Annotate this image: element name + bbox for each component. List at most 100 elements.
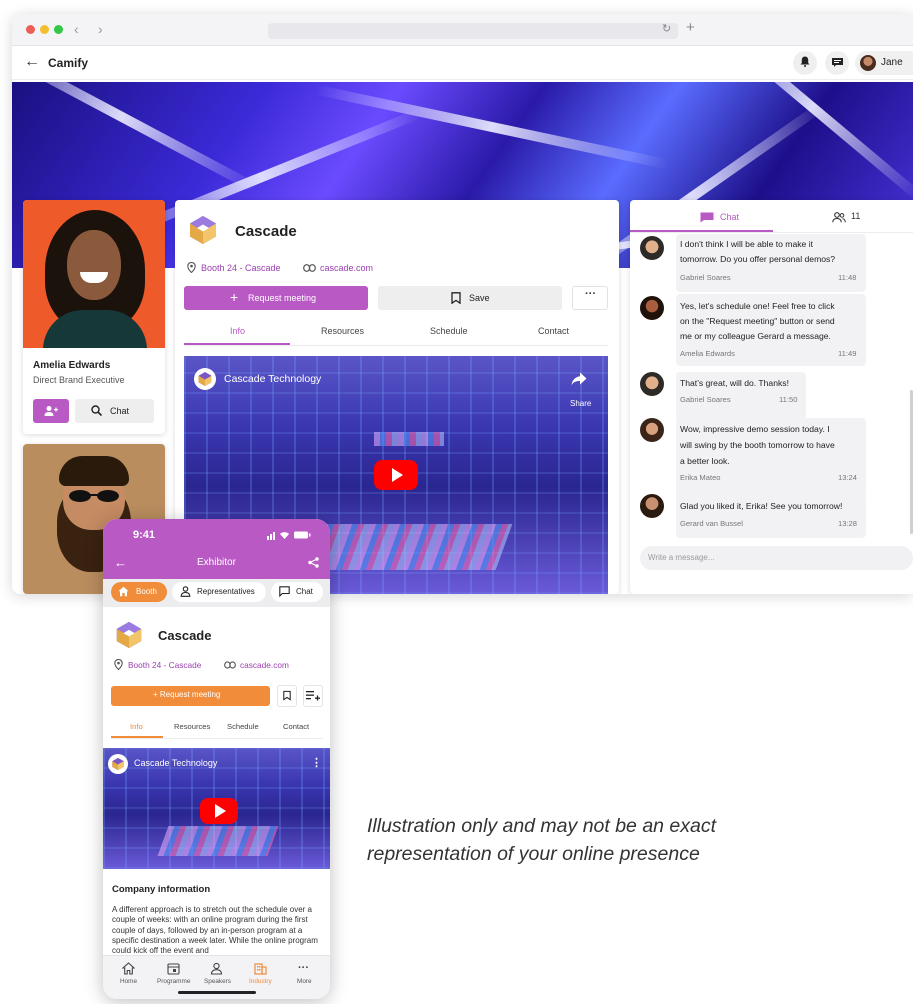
message-avatar [640, 494, 664, 518]
tab-info[interactable]: Info [230, 326, 245, 336]
chip-chat-label: Chat [296, 587, 313, 596]
message-line: I don't think I will be able to make it [680, 239, 814, 249]
disclaimer-caption: Illustration only and may not be an exac… [367, 812, 827, 868]
message-time: 13:28 [838, 519, 858, 528]
phone-booth-location[interactable]: Booth 24 - Cascade [128, 660, 201, 670]
request-meeting-label: Request meeting [248, 293, 317, 303]
message-author: Gerard van Bussel [680, 519, 743, 528]
message-author: Gabriel Soares [680, 273, 731, 282]
representative-role: Direct Brand Executive [33, 375, 125, 385]
more-options-icon: ··· [585, 288, 596, 300]
close-window-dot[interactable] [26, 25, 35, 34]
phone-tab-info[interactable]: Info [130, 722, 143, 731]
message-time: 11:48 [838, 273, 857, 282]
tab-schedule[interactable]: Schedule [430, 326, 468, 336]
play-icon [392, 468, 403, 482]
back-arrow-icon[interactable]: ← [24, 53, 40, 71]
nav-home-icon[interactable] [122, 962, 135, 975]
message-avatar [640, 236, 664, 260]
phone-channel-logo-icon [112, 757, 124, 771]
save-label: Save [469, 293, 490, 303]
message-line: me or my colleague Gerard a message. [680, 331, 831, 341]
message-avatar [640, 418, 664, 442]
nav-industry-label: Industry [249, 978, 272, 985]
phone-video-player[interactable]: Cascade Technology ⋮ [103, 748, 330, 869]
booth-location[interactable]: Booth 24 - Cascade [201, 263, 281, 273]
nav-programme-icon[interactable] [167, 962, 180, 975]
message-line: tomorrow. Do you offer personal demos? [680, 254, 836, 264]
phone-tab-contact[interactable]: Contact [283, 722, 309, 731]
people-icon [832, 212, 846, 223]
chat-button-label: Chat [110, 406, 130, 416]
phone-cascade-logo [116, 621, 142, 649]
tab-participants[interactable]: 11 [851, 211, 860, 221]
page: ‹ › ↻ + ← Camify Jane Amelia Edwards Dir… [0, 0, 913, 1004]
phone-play-icon [215, 804, 226, 818]
phone-location-pin-icon [114, 659, 123, 670]
message-line: Glad you liked it, Erika! See you tomorr… [680, 501, 843, 511]
nav-speakers-icon[interactable] [210, 962, 223, 975]
phone-header [103, 519, 330, 579]
representative-name: Amelia Edwards [33, 360, 111, 371]
phone-status-time: 9:41 [133, 529, 156, 541]
phone-website-link[interactable]: cascade.com [240, 660, 289, 670]
company-website-link[interactable]: cascade.com [320, 263, 373, 273]
browser-titlebar: ‹ › ↻ + [12, 14, 913, 46]
phone-company-name: Cascade [158, 628, 212, 643]
nav-industry-icon[interactable] [254, 962, 267, 975]
phone-video-menu-icon[interactable]: ⋮ [311, 756, 322, 769]
plus-icon: + [230, 289, 239, 305]
message-time: 11:49 [838, 349, 857, 358]
bookmark-icon [451, 292, 461, 304]
app-bar: ← Camify Jane [12, 46, 913, 80]
video-title: Cascade Technology [224, 373, 322, 385]
nav-speakers-label: Speakers [204, 978, 231, 985]
mobile-phone: 9:41 ← Exhibitor Booth Representatives C… [103, 519, 330, 999]
browser-forward-icon[interactable]: › [98, 21, 103, 37]
representative-card: Amelia Edwards Direct Brand Executive Ch… [23, 200, 165, 434]
add-person-icon [44, 406, 58, 416]
message-line: on the "Request meeting" button or send [680, 316, 835, 326]
message-line: will swing by the booth tomorrow to have [680, 440, 835, 450]
message-author: Amelia Edwards [680, 349, 735, 358]
phone-link-icon [224, 661, 236, 669]
company-name: Cascade [235, 223, 297, 240]
playlist-add-icon [306, 691, 320, 701]
tab-resources[interactable]: Resources [321, 326, 364, 336]
chip-booth-label: Booth [136, 587, 157, 596]
reload-icon[interactable]: ↻ [662, 22, 671, 35]
message-time: 11:50 [779, 395, 798, 404]
message-avatar [640, 372, 664, 396]
share-label: Share [570, 399, 592, 408]
phone-tab-resources[interactable]: Resources [174, 722, 210, 731]
phone-active-tab-indicator [111, 736, 163, 738]
nav-more-icon[interactable]: ··· [298, 962, 311, 975]
nav-more-label: More [297, 978, 312, 985]
channel-logo-icon [198, 372, 212, 386]
phone-back-icon[interactable]: ← [114, 555, 127, 570]
tab-contact[interactable]: Contact [538, 326, 569, 336]
tab-chat[interactable]: Chat [720, 212, 739, 222]
phone-screen-title: Exhibitor [197, 557, 236, 568]
new-tab-icon[interactable]: + [686, 19, 695, 36]
phone-company-description: A different approach is to stretch out t… [112, 905, 318, 956]
chat-icon [700, 212, 714, 223]
phone-share-icon[interactable] [308, 557, 319, 568]
browser-back-icon[interactable]: ‹ [74, 21, 79, 37]
message-line: Yes, let's schedule one! Feel free to cl… [680, 301, 835, 311]
phone-section-title: Company information [112, 884, 211, 895]
minimize-window-dot[interactable] [40, 25, 49, 34]
home-indicator[interactable] [178, 991, 256, 994]
phone-status-icons [267, 531, 311, 540]
active-tab-indicator [184, 343, 290, 345]
address-bar[interactable] [268, 23, 678, 39]
chat-input-placeholder: Write a message... [648, 553, 715, 562]
chat-panel: Chat 11 I don't think I will be able to … [630, 200, 913, 594]
link-icon [303, 264, 316, 272]
phone-tab-schedule[interactable]: Schedule [227, 722, 259, 731]
phone-bookmark-icon [283, 690, 291, 701]
share-icon[interactable] [571, 372, 587, 386]
user-avatar [860, 55, 876, 71]
maximize-window-dot[interactable] [54, 25, 63, 34]
message-avatar [640, 296, 664, 320]
